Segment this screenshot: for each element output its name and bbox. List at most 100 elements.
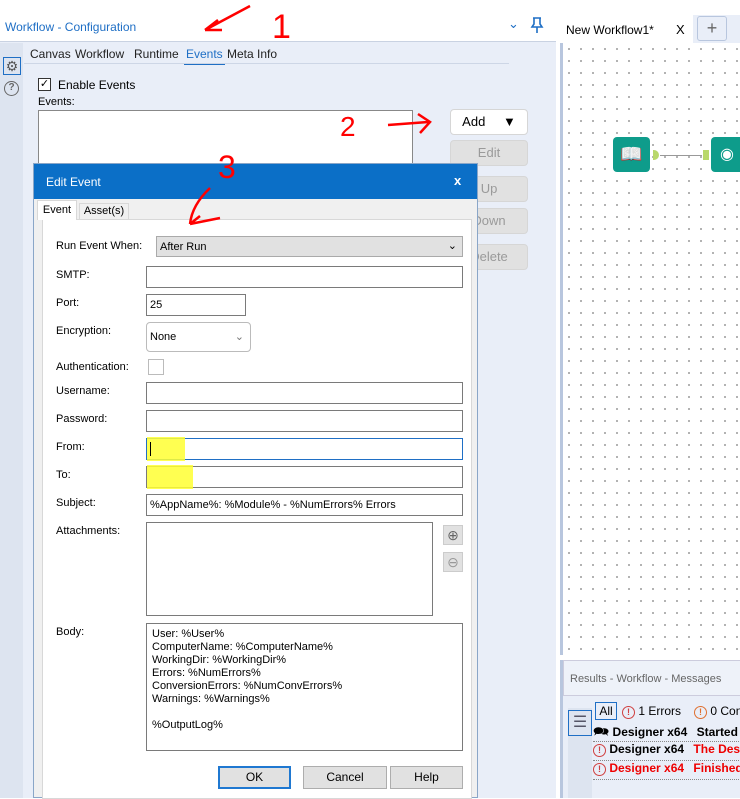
workflow-tab[interactable]: New Workflow1* X — [560, 15, 693, 43]
row-message: Started — [696, 725, 738, 739]
error-icon: ! — [622, 706, 635, 719]
encryption-select[interactable]: None ⌄ — [146, 322, 251, 352]
tab-runtime[interactable]: Runtime — [134, 47, 179, 61]
port-input[interactable]: 25 — [146, 294, 246, 316]
smtp-input[interactable] — [146, 266, 463, 288]
encryption-label: Encryption: — [56, 325, 112, 337]
message-icon: 🗪 — [593, 724, 610, 739]
port-label: Port: — [56, 297, 80, 309]
to-label: To: — [56, 469, 71, 481]
output-anchor[interactable] — [653, 150, 659, 160]
body-line: Errors: %NumErrors% — [152, 667, 261, 679]
attachments-label: Attachments: — [56, 525, 121, 537]
help-icon[interactable]: ? — [4, 81, 19, 96]
remove-attachment-icon[interactable]: ⊖ — [443, 552, 463, 572]
events-label: Events: — [38, 96, 75, 108]
chevron-down-icon: ⌄ — [447, 240, 457, 252]
authentication-checkbox[interactable] — [148, 359, 164, 375]
config-header: Workflow - Configuration ⌄ — [0, 0, 556, 42]
run-when-value: After Run — [160, 241, 207, 253]
panel-title: Workflow - Configuration — [5, 20, 137, 34]
body-line: %OutputLog% — [152, 719, 223, 731]
error-icon: ! — [593, 763, 606, 776]
workflow-tab-title: New Workflow1* — [566, 23, 654, 37]
row-source: Designer x64 — [612, 725, 688, 739]
help-button[interactable]: Help — [390, 766, 463, 789]
username-input[interactable] — [146, 382, 463, 404]
username-label: Username: — [56, 385, 110, 397]
subject-input[interactable]: %AppName%: %Module% - %NumErrors% Errors — [146, 494, 463, 516]
filter-errors-label: 1 Errors — [638, 704, 682, 718]
dialog-title-bar: Edit Event x — [34, 164, 477, 199]
events-list[interactable] — [38, 110, 413, 170]
results-panel: Results - Workflow - Messages ☰ All ! 1 … — [560, 660, 740, 798]
highlight-marker — [147, 437, 185, 461]
body-line: ComputerName: %ComputerName% — [152, 641, 333, 653]
add-attachment-icon[interactable]: ⊕ — [443, 525, 463, 545]
tab-assets[interactable]: Asset(s) — [79, 203, 129, 220]
to-input[interactable] — [146, 465, 463, 489]
body-label: Body: — [56, 626, 85, 638]
cancel-button[interactable]: Cancel — [303, 766, 387, 789]
run-when-label: Run Event When: — [56, 240, 143, 252]
filter-conv-label: 0 Conv — [710, 704, 740, 718]
edit-event-dialog: Edit Event x Event Asset(s) Run Event Wh… — [33, 163, 478, 799]
dialog-title: Edit Event — [46, 175, 101, 189]
password-input[interactable] — [146, 410, 463, 432]
row-source: Designer x64 — [609, 761, 685, 775]
error-icon: ! — [593, 744, 606, 757]
input-data-tool-icon[interactable]: 📖 — [613, 137, 650, 172]
event-tab-panel: Run Event When: After Run ⌄ SMTP: Port: 2… — [42, 219, 472, 799]
encryption-value: None — [150, 331, 177, 343]
side-icon-strip: ⚙ ? — [0, 43, 23, 798]
ok-button[interactable]: OK — [218, 766, 291, 789]
body-line: ConversionErrors: %NumConvErrors% — [152, 680, 343, 692]
workflow-canvas[interactable]: 📖 ◉ — [560, 43, 740, 655]
message-row[interactable]: ! Designer x64 Finished — [593, 761, 740, 780]
gear-icon[interactable]: ⚙ — [3, 57, 21, 75]
tab-bar: + — [693, 15, 740, 43]
enable-events-label: Enable Events — [58, 78, 136, 92]
chevron-down-icon: ⌄ — [234, 331, 244, 343]
tab-workflow[interactable]: Workflow — [75, 47, 124, 61]
body-textarea[interactable]: User: %User% ComputerName: %ComputerName%… — [146, 623, 463, 751]
highlight-marker — [147, 465, 193, 489]
browse-tool-icon[interactable]: ◉ — [711, 137, 740, 172]
tab-canvas[interactable]: Canvas — [30, 47, 71, 61]
warning-icon: ! — [694, 706, 707, 719]
filter-all[interactable]: All — [595, 702, 617, 720]
dropdown-arrow-icon: ▼ — [502, 114, 516, 129]
message-row[interactable]: 🗪 Designer x64 Started — [593, 723, 740, 742]
row-source: Designer x64 — [609, 742, 685, 756]
add-button[interactable]: Add ▼ — [450, 109, 528, 135]
row-message: Finished — [693, 761, 740, 775]
password-label: Password: — [56, 413, 108, 425]
tab-event[interactable]: Event — [37, 200, 77, 220]
body-line — [152, 706, 457, 719]
filter-conversion-errors[interactable]: ! 0 Conv — [694, 704, 740, 719]
close-tab-icon[interactable]: X — [676, 22, 685, 37]
smtp-label: SMTP: — [56, 269, 90, 281]
pin-icon[interactable] — [530, 17, 544, 33]
tab-meta-info[interactable]: Meta Info — [227, 47, 277, 61]
from-label: From: — [56, 441, 85, 453]
message-row[interactable]: ! Designer x64 The Des — [593, 742, 740, 761]
body-line: User: %User% — [152, 628, 225, 640]
add-label: Add — [462, 114, 486, 129]
text-cursor — [150, 442, 151, 456]
input-anchor[interactable] — [703, 150, 709, 160]
filter-errors[interactable]: ! 1 Errors — [622, 704, 681, 719]
body-line: WorkingDir: %WorkingDir% — [152, 654, 287, 666]
authentication-label: Authentication: — [56, 361, 129, 373]
new-tab-button[interactable]: + — [697, 16, 727, 41]
list-view-icon[interactable]: ☰ — [568, 710, 592, 736]
chevron-down-icon[interactable]: ⌄ — [508, 16, 519, 32]
close-icon[interactable]: x — [454, 173, 461, 188]
attachments-list[interactable] — [146, 522, 433, 616]
row-message: The Des — [693, 742, 740, 756]
subject-label: Subject: — [56, 497, 96, 509]
from-input[interactable] — [146, 437, 463, 461]
run-when-select[interactable]: After Run ⌄ — [156, 236, 463, 257]
enable-events-checkbox[interactable]: ✓ — [38, 78, 51, 91]
results-side-strip: ☰ — [568, 708, 592, 798]
